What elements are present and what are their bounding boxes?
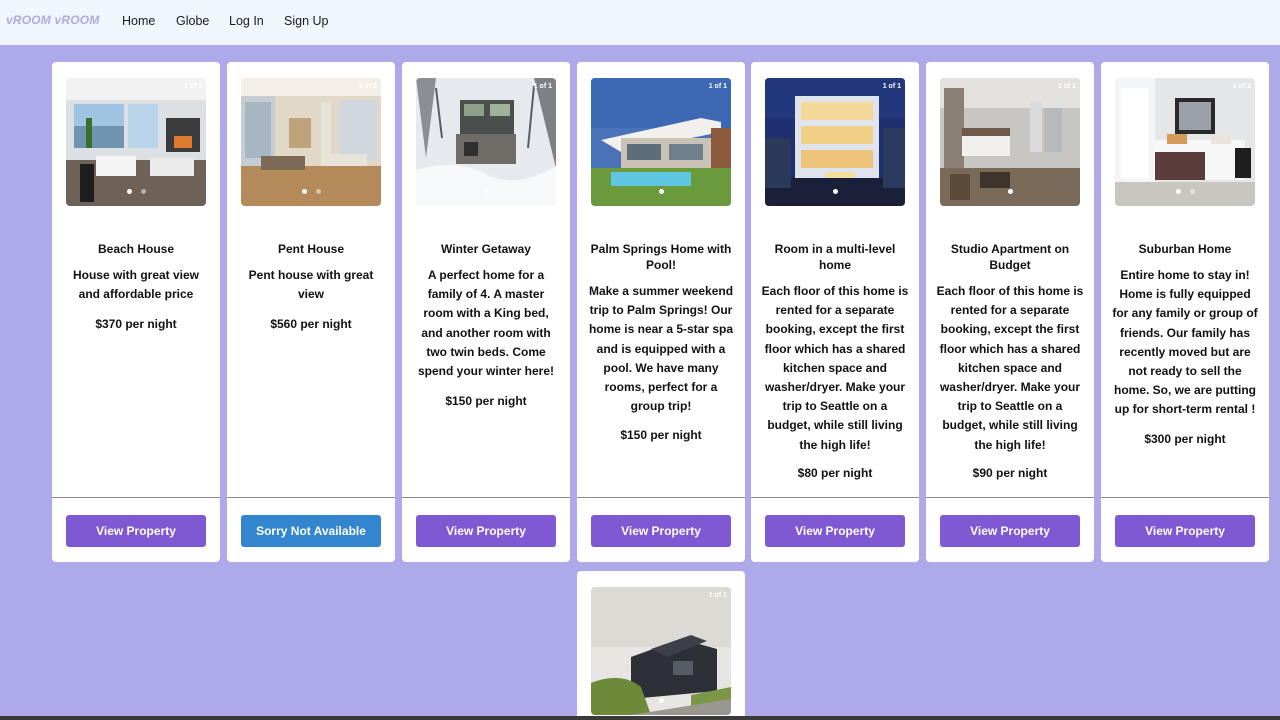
property-title: Winter Getaway [441, 242, 531, 256]
property-price: $300 per night [1144, 432, 1226, 446]
property-title: Pent House [277, 242, 344, 256]
property-card: 1 of 2 Beach House House with great view… [52, 62, 220, 562]
carousel-indicators[interactable] [241, 189, 381, 194]
view-property-button[interactable]: View Property [1115, 515, 1255, 547]
property-image-carousel[interactable]: 1 of 2 [66, 78, 206, 206]
image-counter: 1 of 1 [1057, 83, 1076, 90]
property-price: $370 per night [95, 317, 177, 331]
card-divider [926, 497, 1094, 498]
carousel-dot[interactable] [301, 189, 307, 194]
carousel-dot[interactable] [658, 698, 664, 703]
property-title: Beach House [97, 242, 175, 256]
carousel-dot[interactable] [315, 189, 321, 194]
nav-link-globe[interactable]: Globe [176, 14, 209, 28]
image-counter: 1 of 1 [708, 83, 727, 90]
penthouse-photo [241, 78, 381, 206]
property-card: 1 of 1 [577, 571, 745, 720]
card-divider [402, 497, 570, 498]
carousel-indicators[interactable] [940, 189, 1080, 194]
property-image-carousel[interactable]: 1 of 1 [940, 78, 1080, 206]
property-card: 1 of 1 Room in a multi-level home Each f… [751, 62, 919, 562]
property-image-carousel[interactable]: 1 of 1 [591, 587, 731, 715]
property-price: $80 per night [797, 466, 873, 480]
brand-logo[interactable]: vROOM vROOM [6, 13, 100, 27]
property-description: Each floor of this home is rented for a … [936, 284, 1084, 452]
carousel-dot[interactable] [1007, 189, 1013, 194]
property-image-carousel[interactable]: 1 of 1 [416, 78, 556, 206]
property-description: House with great view and affordable pri… [72, 268, 200, 302]
pool-house-photo [591, 78, 731, 206]
card-divider [577, 497, 745, 498]
carousel-indicators[interactable] [1115, 189, 1255, 194]
image-counter: 1 of 1 [533, 83, 552, 90]
property-description: Entire home to stay in! Home is fully eq… [1112, 268, 1258, 417]
card-divider [1101, 497, 1269, 498]
property-image-carousel[interactable]: 1 of 1 [765, 78, 905, 206]
property-image-carousel[interactable]: 1 of 2 [1115, 78, 1255, 206]
card-divider [52, 497, 220, 498]
navbar: vROOM vROOM Home Globe Log In Sign Up [0, 0, 1280, 45]
view-property-button[interactable]: View Property [66, 515, 206, 547]
property-description: A perfect home for a family of 4. A mast… [417, 268, 555, 379]
bedroom-photo [1115, 78, 1255, 206]
image-counter: 1 of 1 [708, 592, 727, 599]
property-title: Room in a multi-level home [774, 242, 896, 272]
winter-cabin-photo [416, 78, 556, 206]
carousel-dot[interactable] [140, 189, 146, 194]
card-divider [227, 497, 395, 498]
view-property-button[interactable]: View Property [940, 515, 1080, 547]
property-description: Pent house with great view [248, 268, 374, 302]
view-property-button[interactable]: View Property [765, 515, 905, 547]
property-card: 1 of 1 Palm Springs Home with Pool! Make… [577, 62, 745, 562]
property-description: Each floor of this home is rented for a … [761, 284, 909, 452]
studio-apartment-photo [940, 78, 1080, 206]
nav-link-home[interactable]: Home [122, 14, 155, 28]
property-price: $560 per night [270, 317, 352, 331]
carousel-indicators[interactable] [66, 189, 206, 194]
property-card: 1 of 1 Winter Getaway A perfect home for… [402, 62, 570, 562]
carousel-dot[interactable] [658, 189, 664, 194]
carousel-dot[interactable] [1189, 189, 1195, 194]
multi-level-home-photo [765, 78, 905, 206]
property-card: 1 of 2 Pent House Pent house with great … [227, 62, 395, 562]
property-title: Studio Apartment on Budget [950, 242, 1070, 272]
property-price: $150 per night [445, 394, 527, 408]
nav-link-login[interactable]: Log In [229, 14, 264, 28]
carousel-indicators[interactable] [591, 189, 731, 194]
image-counter: 1 of 2 [183, 83, 202, 90]
carousel-dot[interactable] [1175, 189, 1181, 194]
modern-hillside-house-photo [591, 587, 731, 715]
carousel-indicators[interactable] [416, 189, 556, 194]
view-property-button[interactable]: View Property [591, 515, 731, 547]
property-title: Suburban Home [1138, 242, 1232, 256]
carousel-dot[interactable] [126, 189, 132, 194]
card-divider [751, 497, 919, 498]
nav-link-signup[interactable]: Sign Up [284, 14, 328, 28]
not-available-button[interactable]: Sorry Not Available [241, 515, 381, 547]
beach-house-photo [66, 78, 206, 206]
property-card: 1 of 2 Suburban Home Entire home to stay… [1101, 62, 1269, 562]
image-counter: 1 of 2 [1232, 83, 1251, 90]
property-description: Make a summer weekend trip to Palm Sprin… [588, 284, 734, 414]
property-price: $150 per night [620, 428, 702, 442]
property-image-carousel[interactable]: 1 of 2 [241, 78, 381, 206]
carousel-indicators[interactable] [591, 698, 731, 703]
image-counter: 1 of 2 [358, 83, 377, 90]
window-bottom-edge [0, 716, 1280, 720]
carousel-dot[interactable] [483, 189, 489, 194]
carousel-dot[interactable] [832, 189, 838, 194]
carousel-indicators[interactable] [765, 189, 905, 194]
property-image-carousel[interactable]: 1 of 1 [591, 78, 731, 206]
property-title: Palm Springs Home with Pool! [590, 242, 732, 272]
property-price: $90 per night [972, 466, 1048, 480]
property-card: 1 of 1 Studio Apartment on Budget Each f… [926, 62, 1094, 562]
view-property-button[interactable]: View Property [416, 515, 556, 547]
image-counter: 1 of 1 [882, 83, 901, 90]
